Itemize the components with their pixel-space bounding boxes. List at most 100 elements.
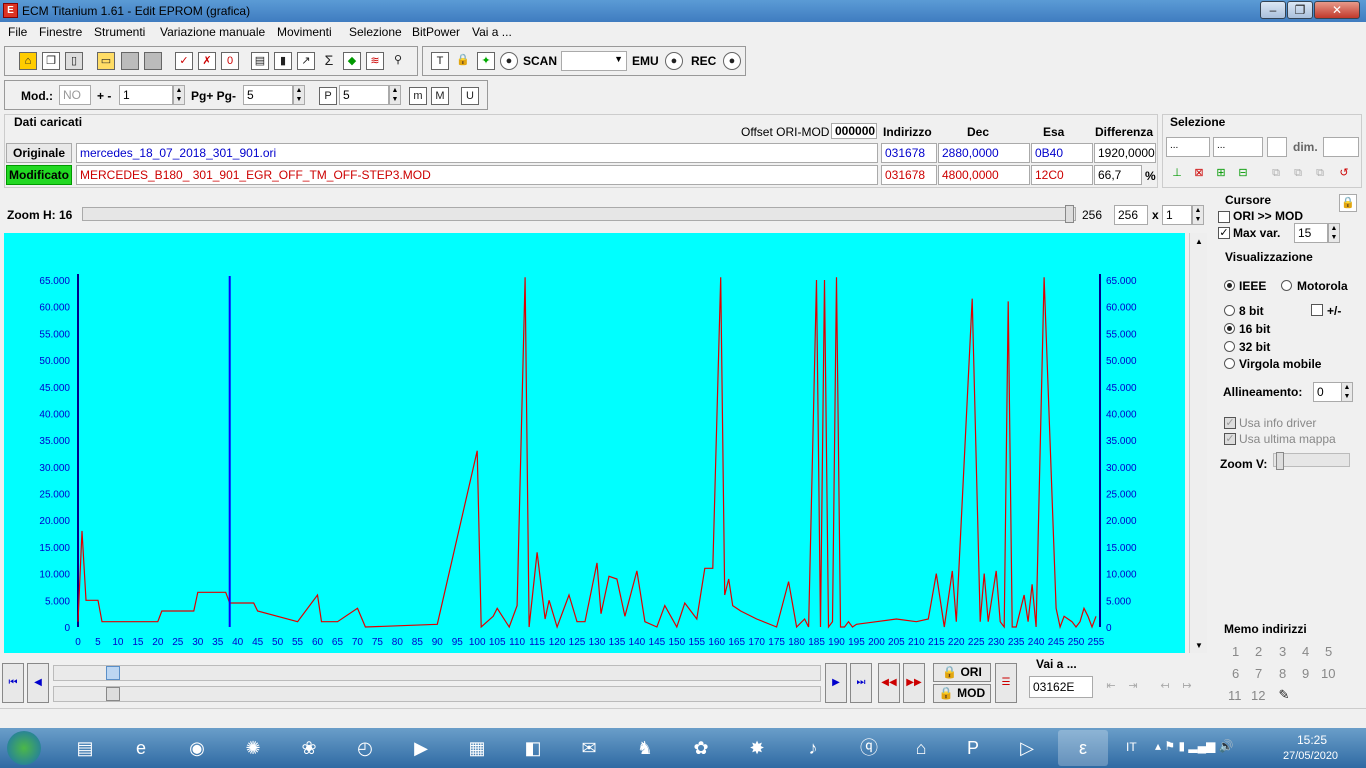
app-icon-8[interactable]: ▦ bbox=[452, 730, 502, 766]
max-var-checkbox[interactable]: ✓ bbox=[1218, 227, 1230, 239]
next-diff-button[interactable]: ▶▶ bbox=[903, 663, 925, 703]
pg-spinner[interactable]: ▲ ▼ bbox=[293, 85, 305, 105]
originale-file[interactable]: mercedes_18_07_2018_301_901.ori bbox=[76, 143, 878, 163]
app-icon-15[interactable]: ⓠ bbox=[844, 730, 894, 766]
app-icon-9[interactable]: ◧ bbox=[508, 730, 558, 766]
chrome-icon[interactable]: ◉ bbox=[172, 730, 222, 766]
m-large-icon[interactable]: M bbox=[431, 87, 449, 105]
maximize-button[interactable]: ❐ bbox=[1287, 1, 1313, 19]
page-scroll-thumb[interactable] bbox=[106, 687, 120, 701]
last-page-button[interactable]: ⏭ bbox=[850, 663, 872, 703]
selezione-from[interactable]: ... bbox=[1166, 137, 1210, 157]
run-icon[interactable]: ✦ bbox=[477, 52, 495, 70]
vai-a-field[interactable]: 03162E bbox=[1029, 676, 1093, 698]
checksum-icon[interactable]: ✓ bbox=[175, 52, 193, 70]
32bit-radio[interactable] bbox=[1224, 341, 1235, 352]
menu-vai-a[interactable]: Vai a ... bbox=[472, 25, 512, 39]
memo-slot[interactable]: 8 bbox=[1279, 666, 1286, 681]
modificato-file[interactable]: MERCEDES_B180_ 301_901_EGR_OFF_TM_OFF-ST… bbox=[76, 165, 878, 185]
battery-icon[interactable]: ▮ bbox=[274, 52, 292, 70]
minimize-button[interactable]: – bbox=[1260, 1, 1286, 19]
modificato-indirizzo[interactable]: 031678 bbox=[881, 165, 937, 185]
app-icon-10[interactable]: ✉ bbox=[564, 730, 614, 766]
usa-driver-checkbox[interactable]: ✓ bbox=[1224, 417, 1236, 429]
dim-field[interactable] bbox=[1323, 137, 1359, 157]
selezione-small[interactable] bbox=[1267, 137, 1287, 157]
menu-finestre[interactable]: Finestre bbox=[39, 25, 82, 39]
shapes-icon[interactable]: ◆ bbox=[343, 52, 361, 70]
ieee-radio[interactable] bbox=[1224, 280, 1235, 291]
app-icon-7[interactable]: ▶ bbox=[396, 730, 446, 766]
rec-dot-icon[interactable]: ● bbox=[723, 52, 741, 70]
flag-button[interactable]: ☰ bbox=[995, 663, 1017, 703]
max-var-spinner[interactable]: ▲ ▼ bbox=[1328, 223, 1340, 243]
zoom-h-slider[interactable] bbox=[82, 205, 1076, 223]
modificato-esa[interactable]: 12C0 bbox=[1031, 165, 1093, 185]
prev-diff-button[interactable]: ◀◀ bbox=[878, 663, 900, 703]
mod-button[interactable]: 🔒 MOD bbox=[933, 684, 991, 703]
paste-sel-icon[interactable]: ⧉ bbox=[1289, 165, 1307, 183]
originale-esa[interactable]: 0B40 bbox=[1031, 143, 1093, 163]
memo-slot[interactable]: 5 bbox=[1325, 644, 1332, 659]
text-icon[interactable]: T bbox=[431, 52, 449, 70]
menu-bitpower[interactable]: BitPower bbox=[412, 25, 460, 39]
address-scrollbar[interactable] bbox=[53, 665, 821, 681]
sel-end-icon[interactable]: ⊟ bbox=[1234, 165, 1252, 183]
hex-graph[interactable]: 0 05.000 5.00010.000 10.00015.000 15.00020.0… bbox=[4, 233, 1185, 653]
goto-icon-3[interactable]: ↤ bbox=[1156, 678, 1174, 696]
zoom-v-thumb[interactable] bbox=[1276, 452, 1284, 470]
memo-slot[interactable]: 12 bbox=[1251, 688, 1265, 703]
app-icon-5[interactable]: ❀ bbox=[284, 730, 334, 766]
zoom-v-slider[interactable] bbox=[1273, 452, 1350, 470]
undo-icon[interactable]: ↺ bbox=[1335, 165, 1353, 183]
home-icon[interactable]: ⌂ bbox=[19, 52, 37, 70]
next-page-button[interactable]: ▶ bbox=[825, 663, 847, 703]
menu-file[interactable]: File bbox=[8, 25, 27, 39]
p-icon[interactable]: P bbox=[319, 87, 337, 105]
mod-field[interactable]: NO bbox=[59, 85, 91, 105]
pg-field[interactable]: 5 bbox=[243, 85, 293, 105]
prev-page-button[interactable]: ◀ bbox=[27, 663, 49, 703]
tray-icons[interactable]: ▴ ⚑ ▮ ▂▄▆ 🔊 bbox=[1155, 739, 1234, 753]
max-var-field[interactable]: 15 bbox=[1294, 223, 1328, 243]
sel-clear-icon[interactable]: ⊠ bbox=[1190, 165, 1208, 183]
goto-icon-2[interactable]: ⇥ bbox=[1124, 678, 1142, 696]
motorola-radio[interactable] bbox=[1281, 280, 1292, 291]
cursor-lock-icon[interactable]: 🔒 bbox=[1339, 194, 1357, 212]
move-sel-icon[interactable]: ⧉ bbox=[1311, 165, 1329, 183]
goto-icon-1[interactable]: ⇤ bbox=[1102, 678, 1120, 696]
sel-add-icon[interactable]: ⊞ bbox=[1212, 165, 1230, 183]
zoom-mult-spinner[interactable]: ▲ ▼ bbox=[1192, 205, 1204, 225]
language-label[interactable]: IT bbox=[1126, 740, 1137, 754]
virgola-radio[interactable] bbox=[1224, 358, 1235, 369]
lock-icon[interactable]: 🔒 bbox=[454, 52, 472, 70]
allineamento-field[interactable]: 0 bbox=[1313, 382, 1343, 402]
memo-slot[interactable]: 10 bbox=[1321, 666, 1335, 681]
usa-mappa-checkbox[interactable]: ✓ bbox=[1224, 433, 1236, 445]
app-icon-17[interactable]: P bbox=[948, 730, 998, 766]
save-as-icon[interactable] bbox=[144, 52, 162, 70]
plusminus-spinner[interactable]: ▲ ▼ bbox=[173, 85, 185, 105]
originale-indirizzo[interactable]: 031678 bbox=[881, 143, 937, 163]
memo-slot[interactable]: 2 bbox=[1255, 644, 1262, 659]
record-dot-icon[interactable]: ● bbox=[500, 52, 518, 70]
allineamento-spinner[interactable]: ▲ ▼ bbox=[1341, 382, 1353, 402]
app-icon-4[interactable]: ✺ bbox=[228, 730, 278, 766]
memo-save-icon[interactable]: ✎ bbox=[1275, 687, 1293, 705]
u-icon[interactable]: U bbox=[461, 87, 479, 105]
start-button-icon[interactable] bbox=[2, 730, 46, 766]
modificato-dec[interactable]: 4800,0000 bbox=[938, 165, 1030, 185]
open-folder-icon[interactable]: ▭ bbox=[97, 52, 115, 70]
memo-slot[interactable]: 9 bbox=[1302, 666, 1309, 681]
offset-field[interactable]: 000000 bbox=[831, 123, 877, 139]
goto-icon-4[interactable]: ↦ bbox=[1178, 678, 1196, 696]
memo-slot[interactable]: 7 bbox=[1255, 666, 1262, 681]
menu-selezione[interactable]: Selezione bbox=[349, 25, 402, 39]
memo-slot[interactable]: 11 bbox=[1228, 688, 1242, 703]
plusminus-field[interactable]: 1 bbox=[119, 85, 173, 105]
zoom-mult[interactable]: 1 bbox=[1162, 205, 1192, 225]
binoculars-icon[interactable]: ⚲ bbox=[389, 52, 407, 70]
pdf-icon[interactable]: ⌂ bbox=[896, 730, 946, 766]
chart-area[interactable]: 0 0 5.000 5.000 10.000 10.000 15.000 15.000 20.0… bbox=[4, 233, 1185, 653]
memo-slot[interactable]: 4 bbox=[1302, 644, 1309, 659]
